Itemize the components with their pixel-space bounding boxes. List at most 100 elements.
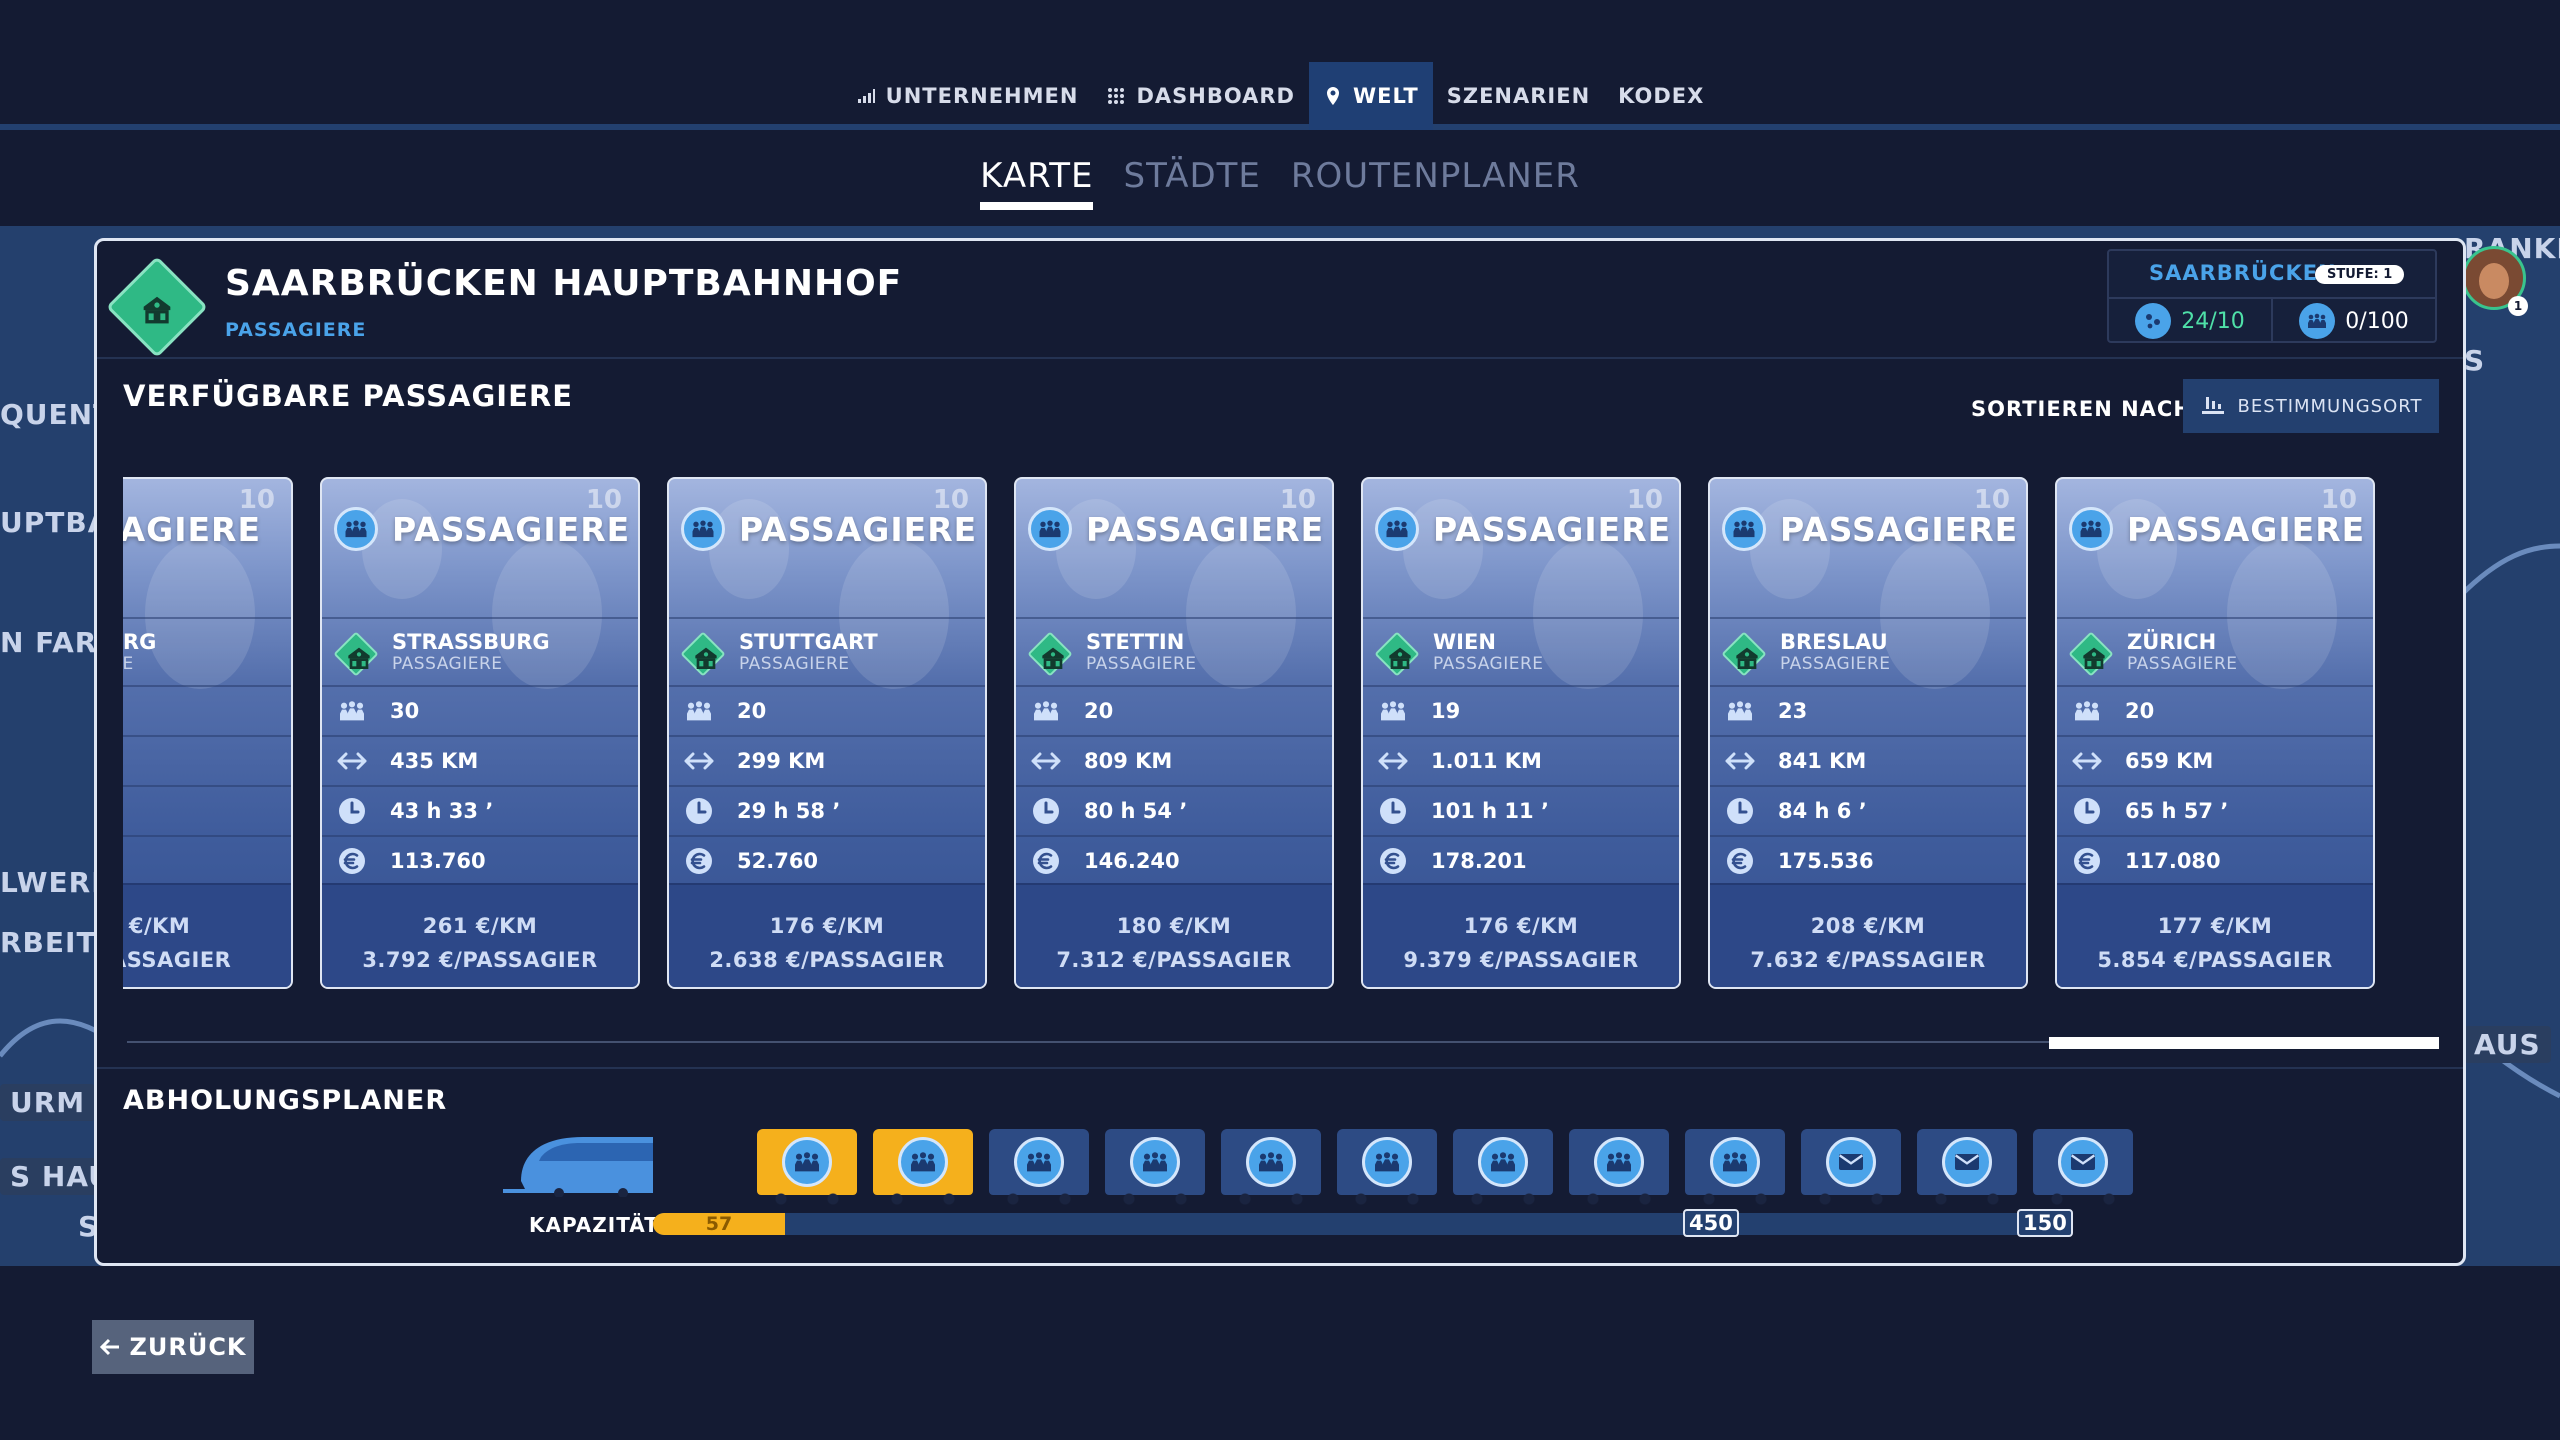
card-destination: STETTIN PASSAGIERE [1016, 617, 1332, 685]
card-time: 80 h 54 ’ [1016, 785, 1332, 835]
passengers-icon [1377, 695, 1409, 727]
avatar-badge: 1 [2508, 296, 2528, 316]
passenger-wagon[interactable] [757, 1129, 857, 1205]
tab-karte[interactable]: KARTE [980, 156, 1094, 210]
passenger-card-list[interactable]: 10ASSAGIEREALZBURGSSAGIERE20 KM0 h 5 ’31… [123, 477, 2439, 989]
passenger-card[interactable]: 10 PASSAGIERE STUTTGART PASSAGIERE 20 299 KM 2… [667, 477, 987, 989]
passenger-wagon[interactable] [1569, 1129, 1669, 1205]
time-value: 65 h 57 ’ [2125, 799, 2229, 823]
passenger-card[interactable]: 10 PASSAGIERE WIEN PASSAGIERE 19 1.011 KM 101 … [1361, 477, 1681, 989]
passengers-icon [1724, 695, 1756, 727]
passenger-card[interactable]: 10 PASSAGIERE ZÜRICH PASSAGIERE 20 659 KM 65 h… [2055, 477, 2375, 989]
nav-unternehmen[interactable]: UNTERNEHMEN [842, 62, 1093, 130]
clock-icon [1377, 795, 1409, 827]
euro-icon [336, 845, 368, 877]
per-passenger-value: 2.638 €/PASSAGIER [709, 948, 945, 972]
card-title: PASSAGIERE [681, 507, 977, 551]
location-pin-icon [1326, 87, 1339, 105]
card-title-text: PASSAGIERE [1433, 509, 1672, 549]
nav-welt[interactable]: WELT [1308, 62, 1433, 130]
time-value: 29 h 58 ’ [737, 799, 841, 823]
card-distance: 435 KM [322, 735, 638, 785]
passenger-wagon[interactable] [989, 1129, 1089, 1205]
passenger-wagon[interactable] [1685, 1129, 1785, 1205]
per-km-value: 176 €/KM [769, 914, 885, 938]
main-nav: UNTERNEHMEN DASHBOARD WELT SZENARIEN KOD… [0, 62, 2560, 130]
bar-chart-icon [857, 89, 875, 103]
card-details: BRESLAU PASSAGIERE 23 841 KM 84 h 6 ’ 175.536 [1710, 617, 2026, 885]
card-time: 65 h 57 ’ [2057, 785, 2373, 835]
city-stats: 24/10 0/100 [2109, 297, 2435, 343]
back-button[interactable]: ZURÜCK [92, 1320, 254, 1374]
card-title: PASSAGIERE [2069, 507, 2365, 551]
city-growth: 24/10 [2109, 299, 2271, 343]
distance-arrows-icon [336, 745, 368, 777]
grid-icon [1108, 88, 1125, 104]
card-reward: 31.392 [123, 835, 291, 885]
time-value: 43 h 33 ’ [390, 799, 494, 823]
reward-value: 52.760 [737, 849, 819, 873]
destination-type: PASSAGIERE [1780, 654, 1891, 674]
distance-value: 809 KM [1084, 749, 1173, 773]
card-title: PASSAGIERE [1028, 507, 1324, 551]
tab-routenplaner[interactable]: ROUTENPLANER [1291, 156, 1580, 210]
card-passengers: 20 [669, 685, 985, 735]
per-km-value: 180 €/KM [1116, 914, 1232, 938]
distance-arrows-icon [1724, 745, 1756, 777]
passenger-card[interactable]: 10ASSAGIEREALZBURGSSAGIERE20 KM0 h 5 ’31… [123, 477, 293, 989]
passenger-wagon[interactable] [873, 1129, 973, 1205]
nav-kodex[interactable]: KODEX [1604, 62, 1718, 130]
card-destination: BRESLAU PASSAGIERE [1710, 617, 2026, 685]
city-level-badge: STUFE: 1 [2315, 265, 2405, 284]
passenger-wagon[interactable] [1221, 1129, 1321, 1205]
mail-icon [1826, 1137, 1876, 1187]
card-passengers: 19 [1363, 685, 1679, 735]
nav-welt-label: WELT [1352, 84, 1419, 108]
per-passenger-value: 5.854 €/PASSAGIER [2097, 948, 2333, 972]
passenger-card[interactable]: 10 PASSAGIERE BRESLAU PASSAGIERE 23 841 KM 84 … [1708, 477, 2028, 989]
distance-value: 841 KM [1778, 749, 1867, 773]
card-title-text: PASSAGIERE [2127, 509, 2366, 549]
destination-name: BRESLAU [1780, 630, 1888, 654]
mail-wagon[interactable] [1801, 1129, 1901, 1205]
station-panel: SAARBRÜCKEN HAUPTBAHNHOF PASSAGIERE SAAR… [94, 238, 2466, 1266]
card-title: PASSAGIERE [1375, 507, 1671, 551]
card-details: WIEN PASSAGIERE 19 1.011 KM 101 h 11 ’ 178.20… [1363, 617, 1679, 885]
card-title: PASSAGIERE [1722, 507, 2018, 551]
per-km-value: 208 €/KM [1810, 914, 1926, 938]
nav-szenarien-label: SZENARIEN [1446, 84, 1591, 108]
nav-szenarien[interactable]: SZENARIEN [1433, 62, 1604, 130]
card-passengers: 20 [2057, 685, 2373, 735]
passengers-icon [334, 507, 378, 551]
passenger-card[interactable]: 10 PASSAGIERE STRASSBURG PASSAGIERE 30 435 KM… [320, 477, 640, 989]
growth-icon [2135, 303, 2172, 339]
passenger-wagon[interactable] [1337, 1129, 1437, 1205]
passengers-icon [1375, 507, 1419, 551]
card-footer: 261 €/KM 3.792 €/PASSAGIER [322, 883, 638, 987]
passenger-count: 20 [2125, 699, 2155, 723]
train-consist[interactable] [503, 1125, 2153, 1205]
mail-wagon[interactable] [2033, 1129, 2133, 1205]
station-icon [336, 634, 372, 670]
passengers-icon [1710, 1137, 1760, 1187]
distance-arrows-icon [1030, 745, 1062, 777]
avatar-face [2479, 263, 2509, 299]
passenger-count: 23 [1778, 699, 1808, 723]
city-info[interactable]: SAARBRÜCKEN STUFE: 1 24/10 0/100 [2107, 249, 2437, 343]
card-time: 0 h 5 ’ [123, 785, 291, 835]
destination-name: ALZBURG [123, 630, 157, 654]
mail-wagon[interactable] [1917, 1129, 2017, 1205]
passenger-card[interactable]: 10 PASSAGIERE STETTIN PASSAGIERE 20 809 KM 80 … [1014, 477, 1334, 989]
reward-value: 175.536 [1778, 849, 1874, 873]
passenger-count: 19 [1431, 699, 1461, 723]
passenger-wagon[interactable] [1105, 1129, 1205, 1205]
passenger-wagon[interactable] [1453, 1129, 1553, 1205]
nav-dashboard[interactable]: DASHBOARD [1092, 62, 1309, 130]
tab-staedte[interactable]: STÄDTE [1123, 156, 1260, 210]
card-passengers: 23 [1710, 685, 2026, 735]
card-distance: 1.011 KM [1363, 735, 1679, 785]
scrollbar-thumb[interactable] [2049, 1037, 2439, 1049]
card-destination: WIEN PASSAGIERE [1363, 617, 1679, 685]
arrow-left-icon [100, 1338, 120, 1356]
sort-button[interactable]: BESTIMMUNGSORT [2183, 379, 2439, 433]
